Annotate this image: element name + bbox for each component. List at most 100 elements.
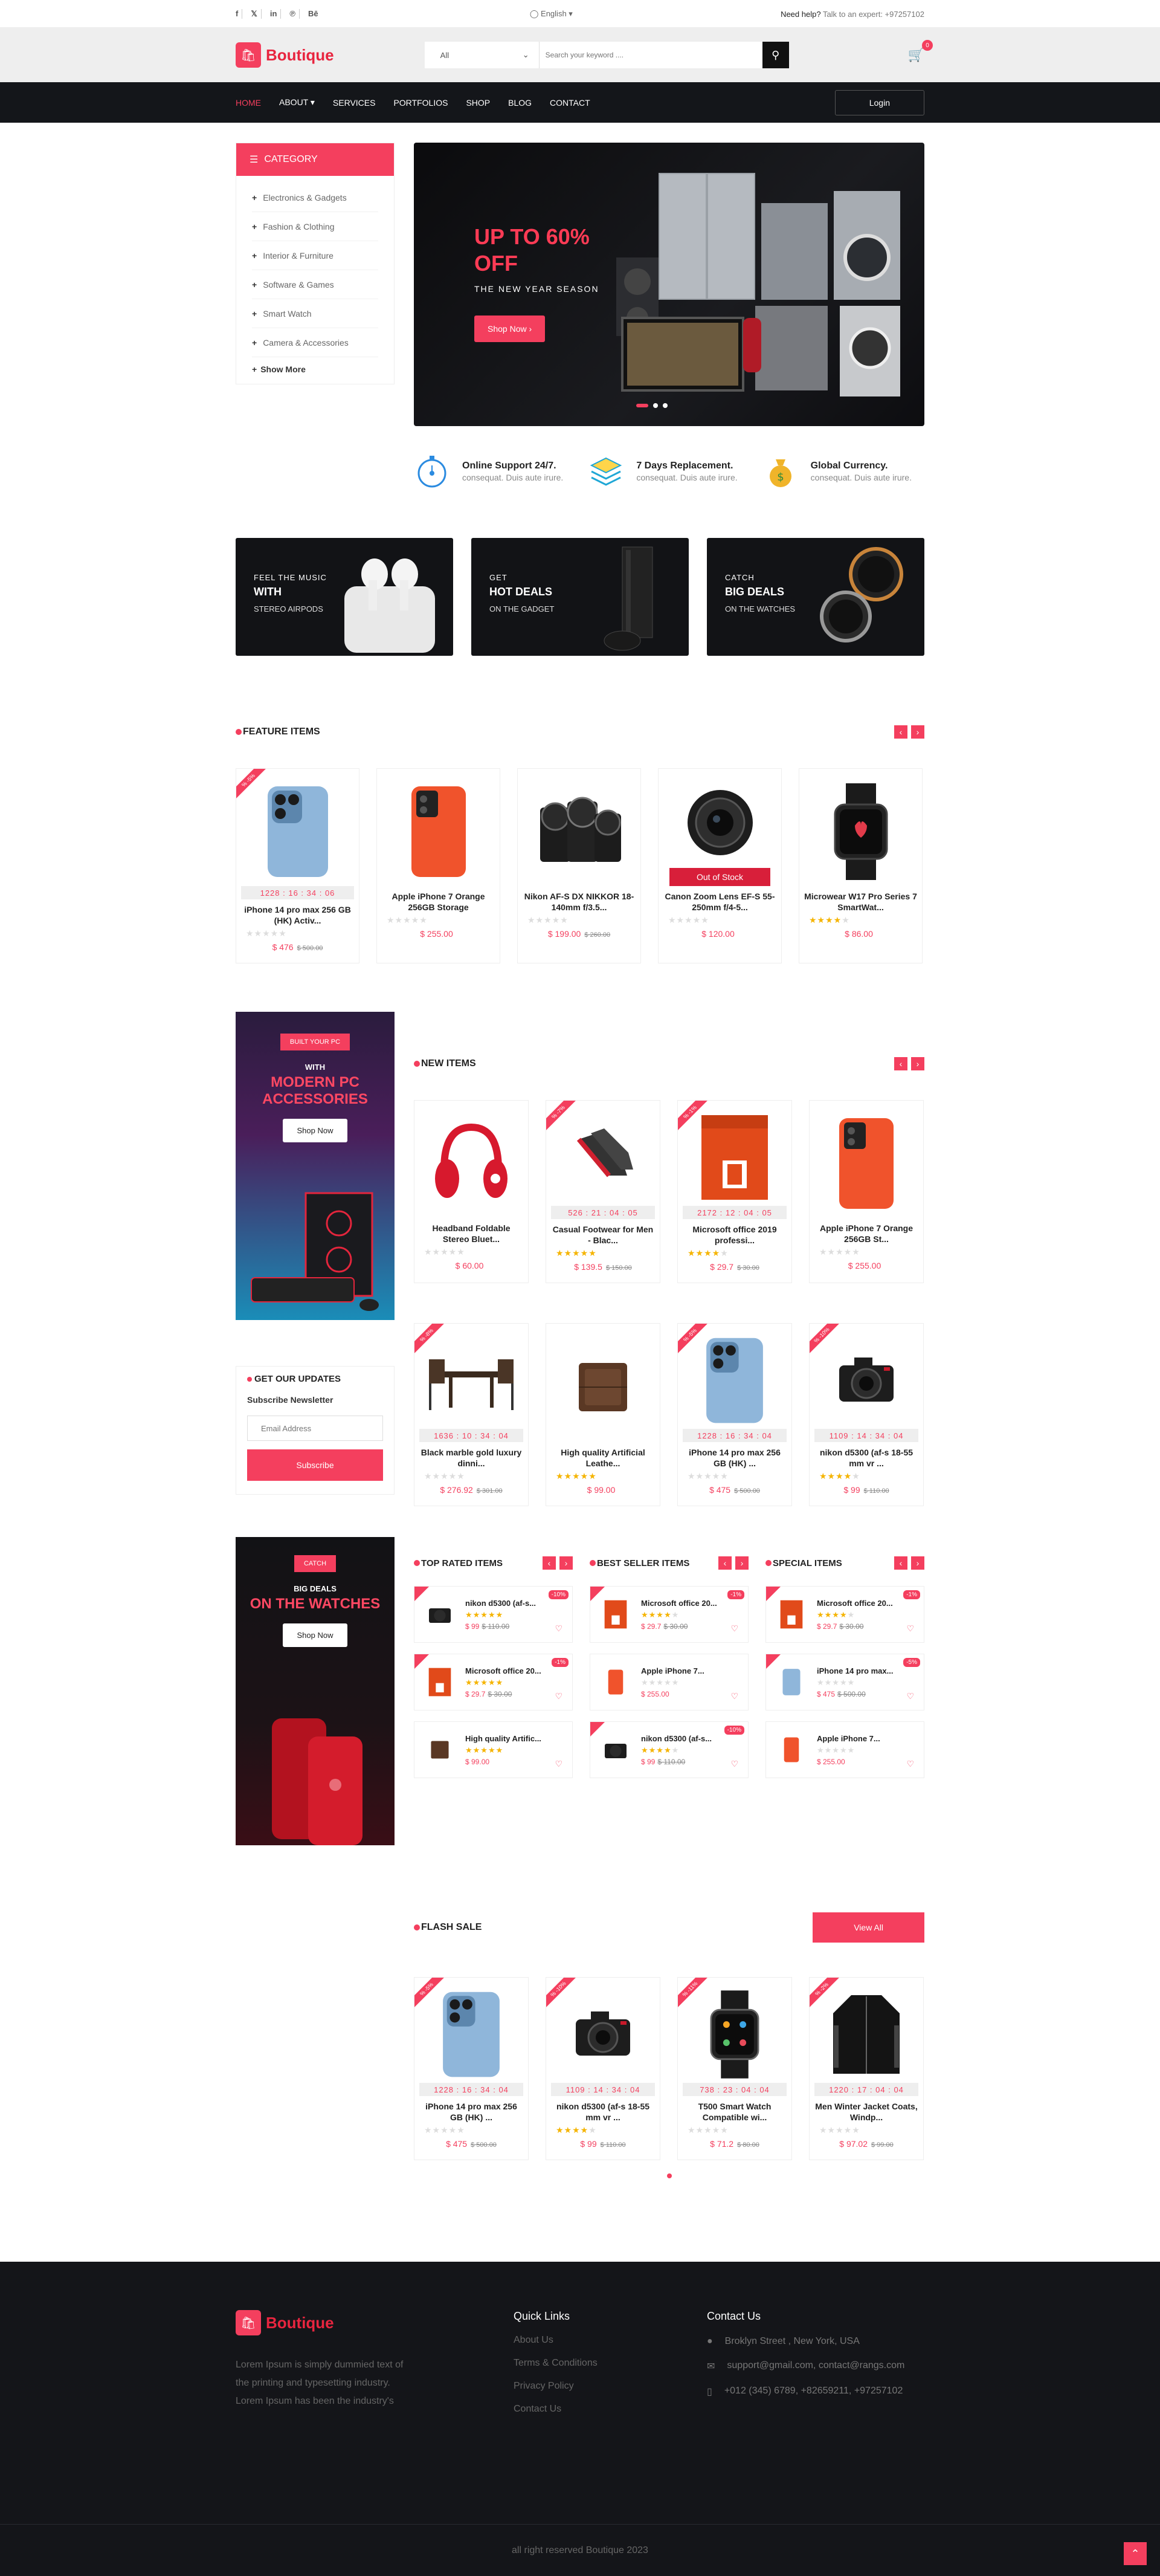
heart-icon[interactable]: ♡ [555,1759,562,1769]
product-name[interactable]: High quality Artificial Leathe... [551,1447,655,1469]
next-arrow-button[interactable]: › [911,725,924,739]
footer-logo[interactable]: 🛍 Boutique [236,2310,514,2335]
subscribe-button[interactable]: Subscribe [247,1449,383,1481]
product-name[interactable]: iPhone 14 pro max 256 GB (HK) ... [683,1447,787,1469]
footer-link-about[interactable]: About Us [514,2335,707,2346]
product-name[interactable]: Men Winter Jacket Coats, Windp... [814,2101,918,2123]
product-card[interactable]: % -11% 738 : 23 : 04 : 04 T500 Smart Wat… [677,1977,792,2160]
product-name[interactable]: iPhone 14 pro max 256 GB (HK) ... [419,2101,523,2123]
show-more-link[interactable]: + Show More [252,357,378,381]
category-item-software[interactable]: + Software & Games [252,270,378,299]
product-name[interactable]: Microwear W17 Pro Series 7 SmartWat... [804,891,917,913]
category-item-fashion[interactable]: + Fashion & Clothing [252,212,378,241]
product-card[interactable]: Apple iPhone 7 Orange 256GB St... ★★★★★ … [809,1100,924,1283]
mini-product[interactable]: nikon d5300 (af-s... ★★★★★ $ 99 $ 110.00 -1… [590,1721,749,1778]
heart-icon[interactable]: ♡ [906,1623,914,1634]
product-card[interactable]: % -10% 1109 : 14 : 34 : 04 nikon d5300 (… [809,1323,924,1506]
category-item-interior[interactable]: + Interior & Furniture [252,241,378,270]
product-name[interactable]: Microsoft office 2019 professi... [683,1224,787,1246]
slider-dot[interactable] [663,403,668,408]
nav-blog[interactable]: Blog [508,98,532,108]
heart-icon[interactable]: ♡ [555,1623,562,1634]
promo-watches[interactable]: CATCH BIG DEALS ON THE WATCHES Shop Now [236,1537,395,1845]
language-selector[interactable]: ◯ English ▾ [530,9,573,19]
carousel-dot[interactable] [666,2173,672,2178]
product-card[interactable]: % -8% 1636 : 10 : 34 : 04 Black marble g… [414,1323,529,1506]
product-card[interactable]: % -5% 1228 : 16 : 34 : 04 iPhone 14 pro … [677,1323,792,1506]
mini-product[interactable]: nikon d5300 (af-s... ★★★★★ $ 99 $ 110.00 -1… [414,1586,573,1643]
facebook-icon[interactable]: f [236,9,243,19]
product-card[interactable]: % -10% 1109 : 14 : 34 : 04 nikon d5300 (… [546,1977,660,2160]
category-item-camera[interactable]: + Camera & Accessories [252,328,378,357]
banner-airpods[interactable]: FEEL THE MUSIC WITH STEREO AIRPODS [236,538,453,656]
search-input[interactable] [539,42,762,68]
product-card[interactable]: Apple iPhone 7 Orange 256GB Storage ★★★★… [376,768,500,963]
product-name[interactable]: Casual Footwear for Men - Blac... [551,1224,655,1246]
search-category-select[interactable]: All ⌄ [425,42,540,68]
heart-icon[interactable]: ♡ [906,1691,914,1701]
heart-icon[interactable]: ♡ [730,1691,738,1701]
twitter-icon[interactable]: 𝕏 [251,9,262,19]
product-card[interactable]: Out of Stock Canon Zoom Lens EF-S 55-250… [658,768,782,963]
next-arrow-button[interactable]: › [559,1556,573,1570]
mini-product[interactable]: iPhone 14 pro max... ★★★★★ $ 475 $ 500.00 -… [765,1654,924,1710]
behance-icon[interactable]: Bē [308,9,322,19]
view-all-button[interactable]: View All [813,1912,924,1943]
product-card[interactable]: % -5% 1228 : 16 : 34 : 06 iPhone 14 pro … [236,768,359,963]
scroll-to-top-button[interactable]: ⌃ [1124,2542,1147,2565]
category-item-smartwatch[interactable]: + Smart Watch [252,299,378,328]
cart-button[interactable]: 🛒 0 [908,40,933,63]
prev-arrow-button[interactable]: ‹ [894,1057,907,1070]
banner-gadget[interactable]: GET HOT DEALS ON THE GADGET [471,538,689,656]
product-name[interactable]: Headband Foldable Stereo Bluet... [419,1223,523,1244]
product-name[interactable]: nikon d5300 (af-s 18-55 mm vr ... [551,2101,655,2123]
promo-shop-now-button[interactable]: Shop Now [282,1119,348,1142]
product-name[interactable]: nikon d5300 (af-s 18-55 mm vr ... [814,1447,918,1469]
next-arrow-button[interactable]: › [735,1556,749,1570]
nav-contact[interactable]: Contact [550,98,590,108]
product-name[interactable]: Nikon AF-S DX NIKKOR 18-140mm f/3.5... [523,891,636,913]
slider-dot[interactable] [653,403,658,408]
mini-product[interactable]: Microsoft office 20... ★★★★★ $ 29.7 $ 30.00… [414,1654,573,1710]
footer-link-contact[interactable]: Contact Us [514,2404,707,2415]
login-button[interactable]: Login [834,89,924,115]
heart-icon[interactable]: ♡ [730,1759,738,1769]
product-name[interactable]: Apple iPhone 7 Orange 256GB St... [814,1223,918,1244]
product-card[interactable]: Nikon AF-S DX NIKKOR 18-140mm f/3.5... ★… [517,768,641,963]
search-button[interactable]: ⚲ [762,42,789,68]
footer-link-privacy[interactable]: Privacy Policy [514,2381,707,2392]
mini-product[interactable]: Microsoft office 20... ★★★★★ $ 29.7 $ 30.00… [765,1586,924,1643]
product-card[interactable]: Headband Foldable Stereo Bluet... ★★★★★ … [414,1100,529,1283]
mini-product[interactable]: Apple iPhone 7... ★★★★★ $ 255.00 ♡ [765,1721,924,1778]
slider-dot[interactable] [636,404,648,407]
nav-about[interactable]: About ▾ [279,97,315,108]
footer-link-terms[interactable]: Terms & Conditions [514,2358,707,2369]
nav-portfolios[interactable]: Portfolios [393,98,448,108]
mini-product[interactable]: High quality Artific... ★★★★★ $ 99.00 ♡ [414,1721,573,1778]
next-arrow-button[interactable]: › [911,1556,924,1570]
heart-icon[interactable]: ♡ [730,1623,738,1634]
next-arrow-button[interactable]: › [911,1057,924,1070]
prev-arrow-button[interactable]: ‹ [718,1556,732,1570]
product-card[interactable]: % -7% 526 : 21 : 04 : 05 Casual Footwear… [546,1100,660,1283]
linkedin-icon[interactable]: in [270,9,282,19]
nav-services[interactable]: Services [333,98,376,108]
product-name[interactable]: Apple iPhone 7 Orange 256GB Storage [382,891,495,913]
product-name[interactable]: T500 Smart Watch Compatible wi... [683,2101,787,2123]
hero-shop-now-button[interactable]: Shop Now › [474,316,546,342]
nav-home[interactable]: Home [236,98,261,108]
mini-product[interactable]: Apple iPhone 7... ★★★★★ $ 255.00 ♡ [590,1654,749,1710]
heart-icon[interactable]: ♡ [906,1759,914,1769]
banner-watches[interactable]: CATCH BIG DEALS ON THE WATCHES [707,538,924,656]
category-header[interactable]: ☰ Category [236,143,394,176]
product-name[interactable]: iPhone 14 pro max 256 GB (HK) Activ... [241,904,354,926]
prev-arrow-button[interactable]: ‹ [894,1556,907,1570]
heart-icon[interactable]: ♡ [555,1691,562,1701]
promo-shop-now-button[interactable]: Shop Now [282,1623,348,1647]
product-card[interactable]: Microwear W17 Pro Series 7 SmartWat... ★… [799,768,923,963]
category-item-electronics[interactable]: + Electronics & Gadgets [252,183,378,212]
newsletter-email-input[interactable] [247,1416,383,1441]
product-card[interactable]: High quality Artificial Leathe... ★★★★★ … [546,1323,660,1506]
product-name[interactable]: Canon Zoom Lens EF-S 55-250mm f/4-5... [663,891,776,913]
product-card[interactable]: % -5% 1228 : 16 : 34 : 04 iPhone 14 pro … [414,1977,529,2160]
